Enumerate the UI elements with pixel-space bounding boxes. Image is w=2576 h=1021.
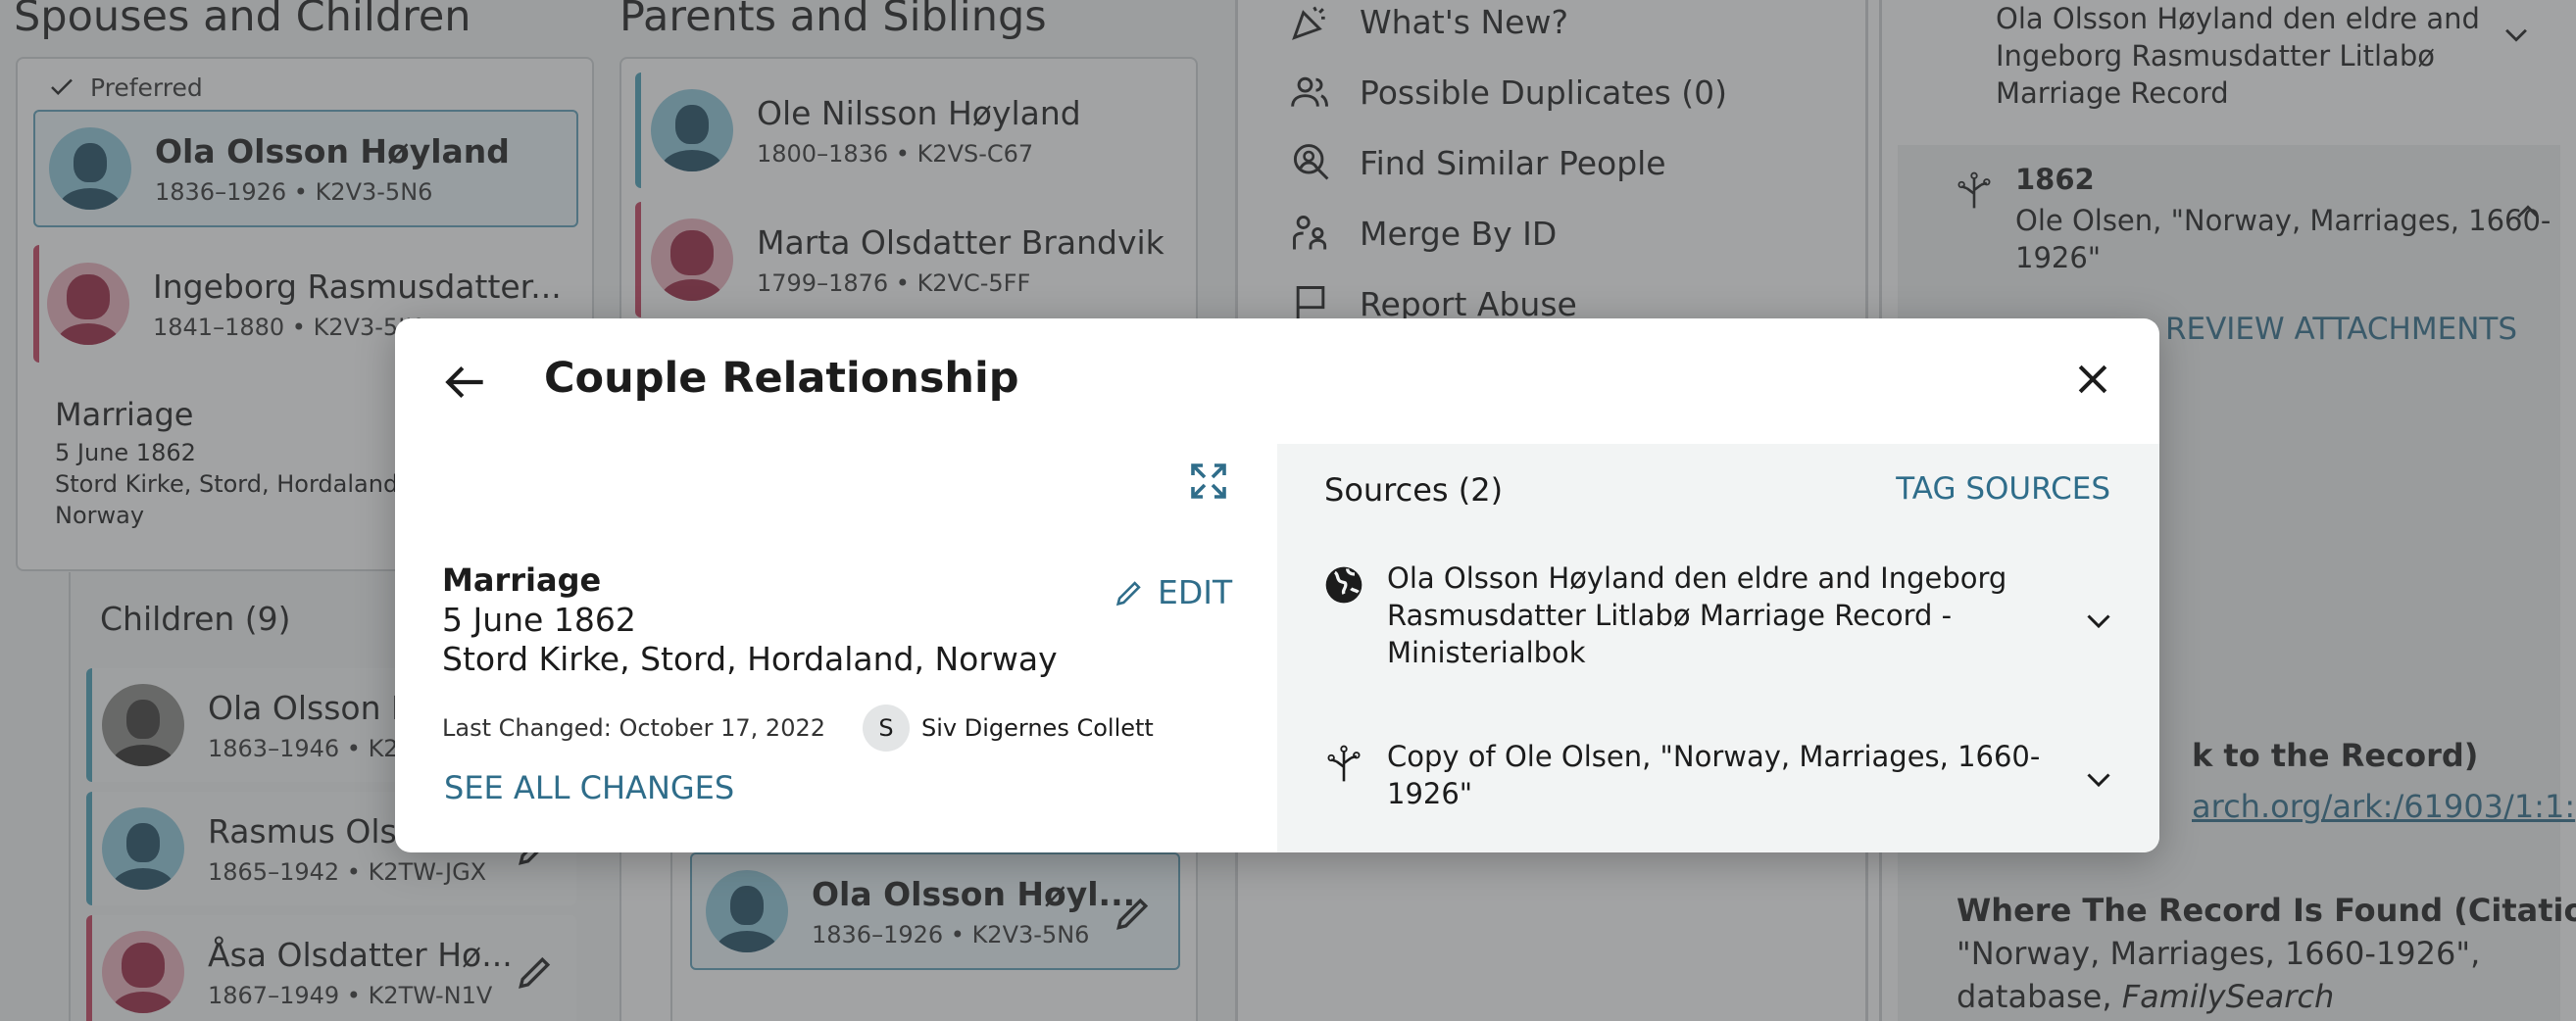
event-date: 5 June 1862 [442,601,636,639]
source-text: Copy of Ole Olsen, "Norway, Marriages, 1… [1387,738,2040,812]
close-icon[interactable] [2071,358,2114,401]
sources-title: Sources (2) [1324,471,1504,509]
contributor-name[interactable]: Siv Digernes Collett [921,714,1154,742]
source-line: Copy of Ole Olsen, "Norway, Marriages, 1… [1387,740,2041,773]
source-line: 1926" [1387,777,1473,810]
chevron-down-icon[interactable] [2081,761,2116,797]
chevron-down-icon[interactable] [2081,603,2116,638]
last-changed-text: Last Changed: October 17, 2022 [442,714,826,742]
sources-pane: Sources (2) TAG SOURCES Ola Olsson Høyla… [1277,444,2159,852]
source-line: Ministerialbok [1387,636,1586,669]
couple-relationship-dialog: Couple Relationship Marriage 5 June 1862… [395,318,2159,852]
expand-icon[interactable] [1185,458,1232,505]
pencil-icon [1115,580,1141,606]
edit-label: EDIT [1158,573,1233,611]
globe-icon [1325,566,1362,604]
back-arrow-icon[interactable] [442,358,491,407]
source-text: Ola Olsson Høyland den eldre and Ingebor… [1387,559,2006,671]
source-line: Rasmusdatter Litlabø Marriage Record - [1387,599,1953,632]
event-place: Stord Kirke, Stord, Hordaland, Norway [442,640,1058,678]
see-all-changes-link[interactable]: SEE ALL CHANGES [444,769,734,806]
tag-sources-button[interactable]: TAG SOURCES [1896,471,2110,507]
dialog-title: Couple Relationship [544,354,1019,403]
tree-icon [1327,745,1361,782]
contributor-avatar: S [863,705,911,752]
event-label: Marriage [442,561,602,599]
edit-button[interactable]: EDIT [1113,573,1232,611]
last-changed-row: Last Changed: October 17, 2022 S Siv Dig… [442,705,1154,752]
source-line: Ola Olsson Høyland den eldre and Ingebor… [1387,561,2007,595]
